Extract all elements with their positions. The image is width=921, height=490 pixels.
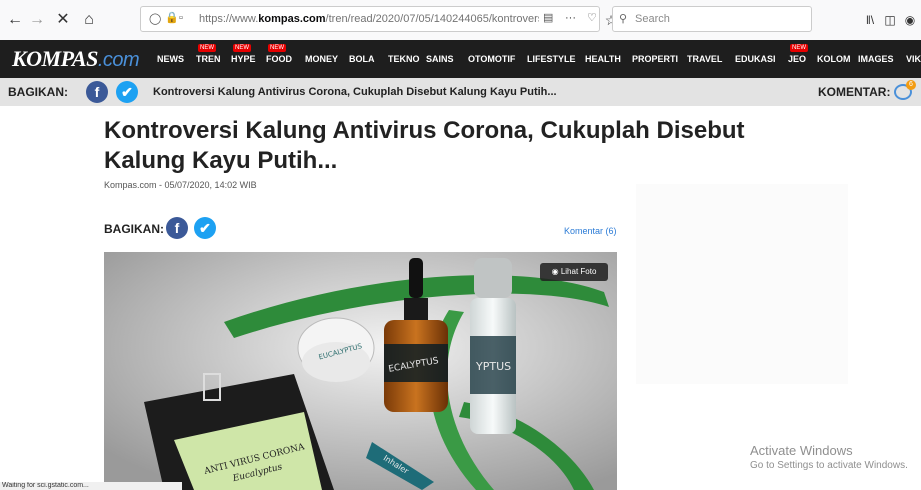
eucalyptus-products-photo: EUCALYPTUS ECALYPTUS YPTUS ANTI VIRUS CO… xyxy=(104,252,617,490)
sidebar-placeholder xyxy=(636,184,848,384)
url-text[interactable]: https://www.kompas.com/tren/read/2020/07… xyxy=(199,13,539,25)
nav-item-travel[interactable]: TRAVEL xyxy=(687,54,722,64)
page-actions-icon[interactable]: ··· xyxy=(565,12,576,24)
activation-title: Activate Windows xyxy=(750,443,853,458)
facebook-share-icon[interactable]: f xyxy=(166,217,188,239)
article-share-label: BAGIKAN: xyxy=(104,222,164,236)
eye-icon: ◉ xyxy=(551,267,561,276)
permissions-icon[interactable]: ▫ xyxy=(179,12,183,24)
nav-item-news[interactable]: NEWS xyxy=(157,54,184,64)
search-icon: ⚲ xyxy=(619,13,628,25)
new-badge: NEW xyxy=(268,44,286,52)
kompas-logo[interactable]: KOMPAS.com xyxy=(12,46,140,72)
activation-subtitle: Go to Settings to activate Windows. xyxy=(750,460,908,471)
article-byline: Kompas.com - 05/07/2020, 14:02 WIB xyxy=(104,180,257,190)
nav-item-images[interactable]: IMAGES xyxy=(858,54,894,64)
home-icon[interactable]: ⌂ xyxy=(80,10,98,30)
pocket-icon[interactable]: ♡ xyxy=(587,11,597,24)
forward-icon[interactable]: → xyxy=(28,10,46,30)
stop-icon[interactable]: ✕ xyxy=(54,10,72,30)
lock-icon[interactable]: 🔒 xyxy=(165,11,179,24)
article-photo[interactable]: EUCALYPTUS ECALYPTUS YPTUS ANTI VIRUS CO… xyxy=(104,252,617,490)
nav-item-kolom[interactable]: KOLOM xyxy=(817,54,851,64)
nav-item-food[interactable]: FOOD xyxy=(266,54,292,64)
sticky-share-bar: BAGIKAN: f ✔ Kontroversi Kalung Antiviru… xyxy=(0,78,921,106)
account-icon[interactable]: ◉ xyxy=(902,10,918,30)
nav-item-otomotif[interactable]: OTOMOTIF xyxy=(468,54,515,64)
article-headline: Kontroversi Kalung Antivirus Corona, Cuk… xyxy=(104,117,745,174)
nav-item-jeo[interactable]: JEO xyxy=(788,54,806,64)
sticky-article-title: Kontroversi Kalung Antivirus Corona, Cuk… xyxy=(153,86,557,98)
twitter-share-icon[interactable]: ✔ xyxy=(194,217,216,239)
nav-item-sains[interactable]: SAINS xyxy=(426,54,454,64)
search-bar[interactable]: ⚲ Search xyxy=(612,6,812,32)
svg-text:YPTUS: YPTUS xyxy=(475,360,511,373)
windows-activation-watermark: Activate Windows Go to Settings to activ… xyxy=(750,443,908,471)
nav-item-lifestyle[interactable]: LIFESTYLE xyxy=(527,54,576,64)
nav-item-properti[interactable]: PROPERTI xyxy=(632,54,678,64)
share-label: BAGIKAN: xyxy=(8,85,68,99)
reader-view-icon[interactable]: ▤ xyxy=(543,11,553,24)
comment-count-badge: 6 xyxy=(906,80,916,90)
search-input[interactable]: Search xyxy=(635,13,670,25)
shield-icon[interactable]: ◯ xyxy=(149,12,161,25)
browser-toolbar: ← → ✕ ⌂ ◯ 🔒 ▫ https://www.kompas.com/tre… xyxy=(0,0,921,41)
nav-item-money[interactable]: MONEY xyxy=(305,54,338,64)
url-bar[interactable]: ◯ 🔒 ▫ https://www.kompas.com/tren/read/2… xyxy=(140,6,600,32)
nav-item-hype[interactable]: HYPE xyxy=(231,54,256,64)
comment-link[interactable]: Komentar (6) xyxy=(564,226,617,236)
nav-item-health[interactable]: HEALTH xyxy=(585,54,621,64)
sidebar-icon[interactable]: ◫ xyxy=(882,10,898,30)
nav-item-tekno[interactable]: TEKNO xyxy=(388,54,420,64)
back-icon[interactable]: ← xyxy=(6,10,24,30)
new-badge: NEW xyxy=(790,44,808,52)
site-nav: KOMPAS.com NEWS TREN NEW HYPE NEW FOOD NEW MONE… xyxy=(0,40,921,78)
facebook-share-icon[interactable]: f xyxy=(86,81,108,103)
nav-item-bola[interactable]: BOLA xyxy=(349,54,375,64)
view-photo-button[interactable]: ◉ Lihat Foto xyxy=(540,263,608,281)
library-icon[interactable]: ‖\ xyxy=(862,10,878,30)
view-photo-label: Lihat Foto xyxy=(560,267,597,276)
nav-item-vik[interactable]: VIK xyxy=(906,54,921,64)
new-badge: NEW xyxy=(233,44,251,52)
status-bar: Waiting for sci.gstatic.com... xyxy=(0,482,182,490)
comment-label: KOMENTAR: xyxy=(818,85,891,99)
nav-item-edukasi[interactable]: EDUKASI xyxy=(735,54,776,64)
new-badge: NEW xyxy=(198,44,216,52)
nav-item-tren[interactable]: TREN xyxy=(196,54,221,64)
twitter-share-icon[interactable]: ✔ xyxy=(116,81,138,103)
